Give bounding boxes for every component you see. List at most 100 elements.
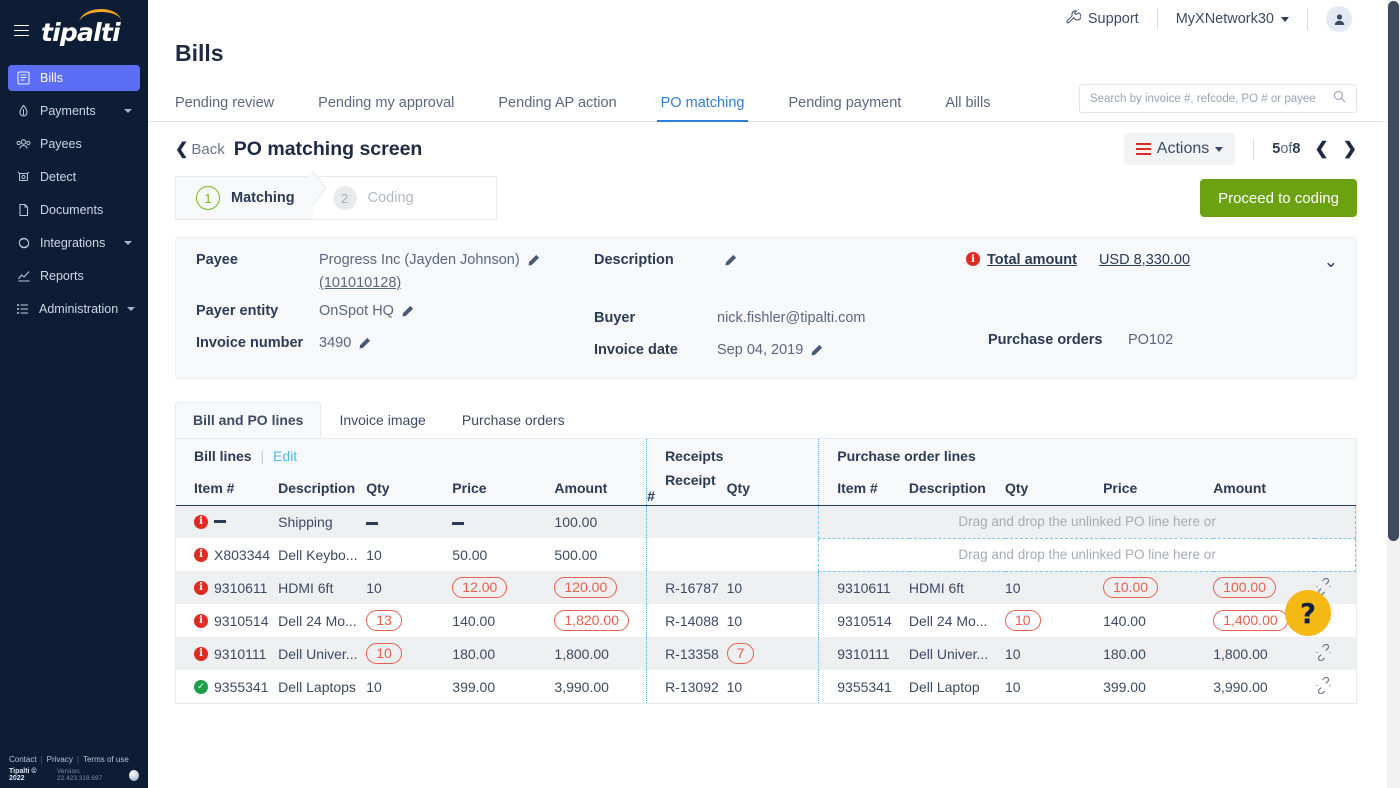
privacy-link[interactable]: Privacy — [47, 755, 73, 764]
tab-purchase-orders[interactable]: Purchase orders — [444, 402, 583, 438]
total-amount-value[interactable]: USD 8,330.00 — [1099, 252, 1190, 268]
sidebar-item-label: Detect — [40, 170, 76, 184]
screen-title: PO matching screen — [234, 138, 423, 161]
sidebar-item-integrations[interactable]: Integrations — [8, 230, 140, 256]
table-row[interactable]: i9310514Dell 24 Mo...13140.001,820.00R-1… — [176, 604, 1356, 637]
tab-pending-review[interactable]: Pending review — [175, 95, 274, 121]
col-bill-item: Item # — [176, 472, 278, 505]
cell-bill-price: 50.00 — [452, 538, 554, 571]
support-button[interactable]: Support — [1065, 9, 1139, 29]
tab-pending-ap-action[interactable]: Pending AP action — [498, 95, 616, 121]
unlink-icon[interactable] — [1315, 648, 1332, 664]
invoice-date-value: Sep 04, 2019 — [717, 342, 803, 358]
table-row[interactable]: iX803344Dell Keybo...1050.00500.00Drag a… — [176, 538, 1356, 571]
stepper: 1 Matching 2 Coding — [175, 176, 497, 220]
status-error-icon[interactable]: i — [194, 647, 208, 661]
total-amount-label[interactable]: Total amount — [987, 252, 1077, 268]
menu-toggle-icon[interactable] — [14, 25, 29, 37]
tab-pending-my-approval[interactable]: Pending my approval — [318, 95, 454, 121]
avatar[interactable] — [1326, 6, 1352, 32]
table-header-row: Item # Description Qty Price Amount Rece… — [176, 472, 1356, 505]
globe-icon[interactable] — [129, 770, 139, 781]
search-box[interactable] — [1079, 84, 1357, 113]
copyright-text: Tipalti © 2022 — [9, 768, 51, 782]
page-scrollbar[interactable] — [1387, 0, 1400, 788]
status-error-icon[interactable]: i — [194, 581, 208, 595]
wrench-icon — [1065, 9, 1081, 29]
sidebar-copyright: Tipalti © 2022 Version: 22.423.318.697 — [9, 768, 139, 782]
status-error-icon[interactable]: i — [194, 614, 208, 628]
search-input[interactable] — [1090, 93, 1333, 105]
po-dropzone[interactable]: Drag and drop the unlinked PO line here … — [819, 538, 1356, 571]
divider: | — [77, 755, 79, 764]
tab-invoice-image[interactable]: Invoice image — [321, 402, 443, 438]
pager-next-button[interactable]: ❯ — [1343, 139, 1357, 159]
sidebar-item-detect[interactable]: Detect — [8, 164, 140, 190]
terms-link[interactable]: Terms of use — [83, 755, 129, 764]
edit-payer-entity-icon[interactable] — [401, 305, 414, 318]
info-alert-icon[interactable]: i — [966, 252, 980, 266]
reports-icon — [16, 269, 31, 284]
pager-prev-button[interactable]: ❮ — [1315, 139, 1329, 159]
edit-payee-icon[interactable] — [527, 254, 540, 267]
status-error-icon[interactable]: i — [194, 548, 208, 562]
cell-bill-description: Dell Laptops — [278, 670, 366, 703]
col-po-description: Description — [909, 472, 1005, 505]
step-coding[interactable]: 2 Coding — [313, 177, 432, 219]
cell-value: 10 — [727, 613, 743, 629]
info-column-middle: Description Buyer nick.fishler@tipalti.c… — [594, 252, 966, 362]
col-po-qty: Qty — [1005, 472, 1103, 505]
bill-lines-label: Bill lines — [194, 448, 252, 464]
cell-unlink-action[interactable] — [1315, 670, 1355, 703]
scrollbar-thumb[interactable] — [1388, 1, 1399, 541]
sidebar-item-bills[interactable]: Bills — [8, 65, 140, 91]
table-row[interactable]: ✓9355341Dell Laptops10399.003,990.00R-13… — [176, 670, 1356, 703]
proceed-to-coding-button[interactable]: Proceed to coding — [1200, 179, 1357, 217]
step-matching[interactable]: 1 Matching — [176, 177, 313, 219]
cell-value: 3,990.00 — [554, 679, 609, 695]
actions-button[interactable]: Actions — [1124, 133, 1235, 165]
cell-value: 1,800.00 — [1213, 646, 1268, 662]
cell-bill-item: i9310611 — [176, 571, 278, 604]
status-error-icon[interactable]: i — [194, 515, 208, 529]
group-po-lines: Purchase order lines — [819, 439, 1356, 472]
sidebar-item-reports[interactable]: Reports — [8, 263, 140, 289]
payer-entity-value-group: OnSpot HQ — [319, 303, 414, 319]
cell-value: Dell Univer... — [278, 646, 357, 662]
cell-unlink-action[interactable] — [1315, 637, 1355, 670]
edit-bill-lines-link[interactable]: Edit — [273, 448, 297, 464]
mismatch-value: 100.00 — [1213, 577, 1276, 598]
cell-po-price: 140.00 — [1103, 604, 1213, 637]
chevron-down-icon — [1215, 147, 1223, 152]
cell-bill-price: 12.00 — [452, 571, 554, 604]
edit-invoice-date-icon[interactable] — [810, 344, 823, 357]
table-row[interactable]: i9310111Dell Univer...10180.001,800.00R-… — [176, 637, 1356, 670]
tab-bill-and-po-lines[interactable]: Bill and PO lines — [175, 402, 321, 438]
help-button[interactable]: ? — [1285, 590, 1331, 636]
sidebar-item-payments[interactable]: Payments — [8, 98, 140, 124]
org-selector[interactable]: MyXNetwork30 — [1176, 11, 1289, 27]
contact-link[interactable]: Contact — [9, 755, 37, 764]
sidebar-item-administration[interactable]: Administration — [8, 296, 140, 322]
back-button[interactable]: ❮ Back — [175, 139, 225, 159]
description-value-group — [717, 252, 737, 267]
payee-id[interactable]: (101010128) — [319, 275, 594, 291]
tab-po-matching[interactable]: PO matching — [661, 95, 745, 121]
po-dropzone[interactable]: Drag and drop the unlinked PO line here … — [819, 505, 1356, 538]
col-actions — [1315, 472, 1355, 505]
collapse-panel-icon[interactable]: ⌄ — [1324, 252, 1338, 272]
unlink-icon[interactable] — [1315, 681, 1332, 697]
table-row[interactable]: iShipping100.00Drag and drop the unlinke… — [176, 505, 1356, 538]
table-row[interactable]: i9310611HDMI 6ft1012.00120.00R-167871093… — [176, 571, 1356, 604]
search-icon[interactable] — [1333, 90, 1346, 108]
sidebar-item-documents[interactable]: Documents — [8, 197, 140, 223]
cell-po-description: Dell Laptop — [909, 670, 1005, 703]
cell-po-price: 399.00 — [1103, 670, 1213, 703]
edit-description-icon[interactable] — [724, 254, 737, 267]
tab-all-bills[interactable]: All bills — [945, 95, 990, 121]
cell-value: 9310111 — [214, 646, 266, 662]
edit-invoice-number-icon[interactable] — [358, 337, 371, 350]
status-ok-icon[interactable]: ✓ — [194, 680, 208, 694]
tab-pending-payment[interactable]: Pending payment — [788, 95, 901, 121]
sidebar-item-payees[interactable]: Payees — [8, 131, 140, 157]
